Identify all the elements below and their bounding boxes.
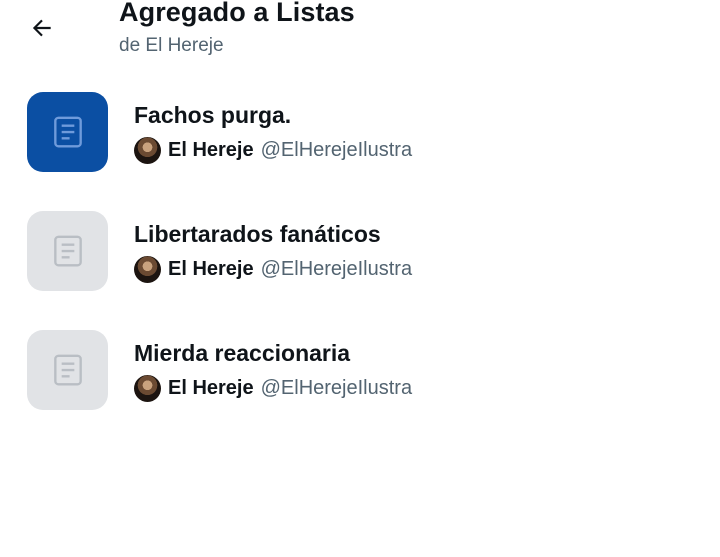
page-subtitle: de El Hereje	[119, 35, 224, 56]
list-document-icon	[53, 354, 82, 386]
page-header: Agregado a Listas de El Hereje	[0, 0, 720, 70]
arrow-left-icon	[32, 19, 51, 37]
list-name: Mierda reaccionaria	[134, 340, 351, 366]
list-owner: El Hereje @ElHerejeIlustra	[134, 136, 412, 164]
list-name: Fachos purga.	[134, 102, 292, 128]
list-thumbnail	[27, 211, 108, 291]
list-document-icon	[53, 116, 82, 148]
list-owner: El Hereje @ElHerejeIlustra	[134, 374, 412, 402]
page-title: Agregado a Listas	[119, 0, 355, 27]
avatar	[134, 136, 161, 164]
list-thumbnail	[27, 92, 108, 172]
list-name: Libertarados fanáticos	[134, 221, 381, 247]
list-item[interactable]: Mierda reaccionaria El Hereje @ElHerejeI…	[0, 330, 720, 449]
avatar	[134, 255, 161, 283]
owner-handle: @ElHerejeIlustra	[260, 138, 413, 161]
list-owner: El Hereje @ElHerejeIlustra	[134, 255, 412, 283]
owner-handle: @ElHerejeIlustra	[260, 376, 413, 399]
owner-name: El Hereje	[168, 257, 254, 280]
owner-name: El Hereje	[168, 138, 254, 161]
list-document-icon	[53, 235, 82, 267]
back-button[interactable]	[22, 8, 62, 48]
avatar	[134, 374, 161, 402]
list-item[interactable]: Libertarados fanáticos El Hereje @ElHere…	[0, 211, 720, 330]
owner-handle: @ElHerejeIlustra	[260, 257, 413, 280]
lists-container: Fachos purga. El Hereje @ElHerejeIlustra…	[0, 92, 720, 449]
owner-name: El Hereje	[168, 376, 254, 399]
list-thumbnail	[27, 330, 108, 410]
list-item[interactable]: Fachos purga. El Hereje @ElHerejeIlustra	[0, 92, 720, 211]
